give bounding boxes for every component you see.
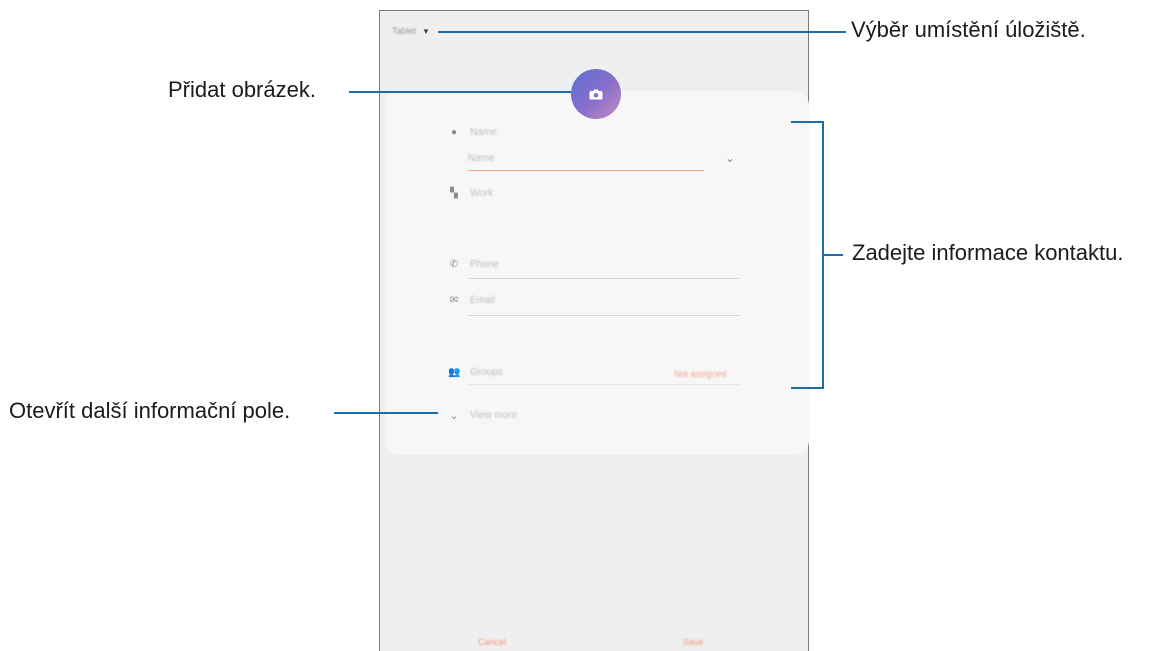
- more-callout: Otevřít další informační pole.: [9, 398, 291, 423]
- chevron-down-icon: ⌄: [449, 410, 459, 422]
- cancel-button[interactable]: Cancel: [478, 637, 506, 647]
- phone-placeholder: Phone: [470, 259, 499, 270]
- phone-screen: Tablet ▼ ● Name Name ⌄ ▚ Work ✆ Phone ✉ …: [379, 10, 809, 651]
- name-label: Name: [470, 127, 497, 138]
- phone-field[interactable]: ✆ Phone: [448, 259, 499, 270]
- person-icon: ●: [450, 127, 458, 138]
- work-section[interactable]: ▚ Work: [448, 188, 493, 199]
- storage-callout-line: [438, 31, 846, 33]
- phone-icon: ✆: [449, 259, 459, 270]
- details-callout: Zadejte informace kontaktu.: [852, 240, 1124, 265]
- contact-form-card: ● Name Name ⌄ ▚ Work ✆ Phone ✉ Email 👥 G…: [385, 91, 809, 455]
- camera-icon: [589, 89, 603, 99]
- chevron-down-icon[interactable]: ⌄: [725, 151, 735, 165]
- picture-callout: Přidat obrázek.: [168, 77, 316, 102]
- storage-callout: Výběr umístění úložiště.: [851, 17, 1086, 42]
- more-callout-line: [334, 412, 438, 414]
- view-more-label: View more: [470, 410, 518, 421]
- mail-icon: ✉: [449, 295, 459, 306]
- building-icon: ▚: [450, 188, 458, 199]
- picture-callout-line: [349, 91, 571, 93]
- storage-label: Tablet: [392, 26, 417, 36]
- groups-underline: [468, 384, 740, 385]
- name-section: ● Name: [448, 127, 497, 138]
- work-label: Work: [470, 188, 494, 199]
- details-callout-line: [824, 254, 843, 256]
- groups-value[interactable]: Not assigned: [674, 369, 727, 379]
- email-field[interactable]: ✉ Email: [448, 295, 495, 306]
- storage-selector[interactable]: Tablet ▼: [392, 26, 430, 36]
- group-icon: 👥: [448, 367, 461, 378]
- email-placeholder: Email: [470, 295, 496, 306]
- groups-section[interactable]: 👥 Groups: [448, 367, 503, 378]
- email-underline: [468, 315, 740, 316]
- name-placeholder: Name: [468, 153, 495, 164]
- details-bracket-bottom: [791, 387, 824, 389]
- groups-label: Groups: [470, 367, 503, 378]
- name-input[interactable]: Name: [468, 153, 704, 164]
- view-more-button[interactable]: ⌄ View more: [448, 409, 517, 422]
- save-button[interactable]: Save: [683, 637, 704, 647]
- phone-underline: [468, 278, 740, 279]
- caret-down-icon: ▼: [422, 26, 430, 36]
- details-bracket-top: [791, 121, 824, 123]
- add-picture-button[interactable]: [571, 69, 621, 119]
- name-underline: [468, 170, 704, 171]
